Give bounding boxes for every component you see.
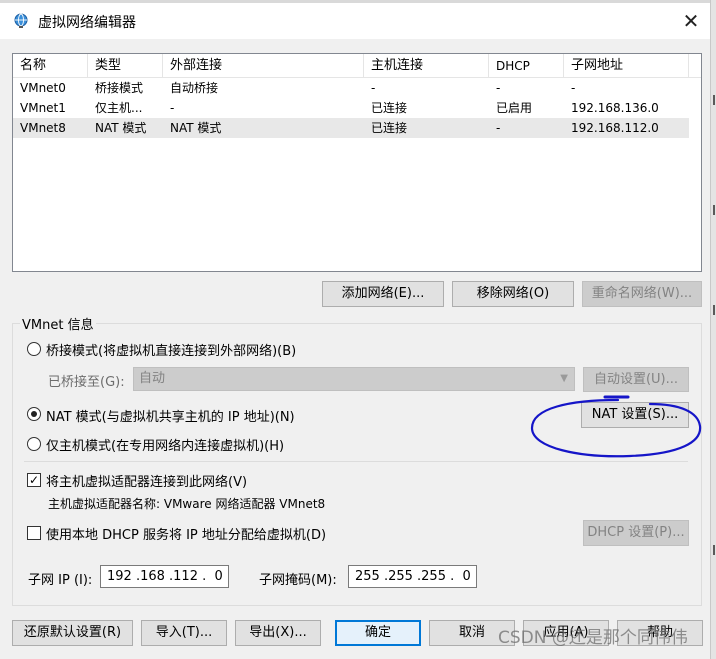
auto-settings-button[interactable]: 自动设置(U)... — [583, 367, 689, 392]
column-header-type[interactable]: 类型 — [88, 54, 163, 78]
close-button[interactable]: ✕ — [676, 7, 706, 35]
cell-name: VMnet1 — [20, 101, 66, 115]
cell-subnet: 192.168.112.0 — [571, 121, 659, 135]
cell-dhcp: 已启用 — [496, 101, 533, 115]
vmnet-info-label: VMnet 信息 — [20, 314, 96, 333]
network-globe-icon — [14, 13, 28, 28]
column-header-host[interactable]: 主机连接 — [364, 54, 489, 78]
cell-host: - — [371, 81, 376, 95]
cell-external: 自动桥接 — [170, 81, 219, 95]
import-button[interactable]: 导入(T)... — [141, 620, 227, 646]
cell-type: 仅主机... — [95, 101, 143, 115]
cell-name: VMnet0 — [20, 81, 66, 95]
table-row[interactable]: VMnet1 仅主机... - 已连接 已启用 192.168.136.0 — [13, 98, 689, 118]
connect-adapter-label[interactable]: 将主机虚拟适配器连接到此网络(V) — [46, 471, 247, 490]
bridged-mode-label[interactable]: 桥接模式(将虚拟机直接连接到外部网络)(B) — [46, 340, 296, 359]
watermark-text: CSDN @还是那个同伟伟 — [498, 628, 688, 648]
checkmark-icon: ✓ — [28, 473, 40, 487]
host-only-label[interactable]: 仅主机模式(在专用网络内连接虚拟机)(H) — [46, 435, 284, 454]
cell-host: 已连接 — [371, 101, 408, 115]
column-header-name[interactable]: 名称 — [13, 54, 88, 78]
add-network-button[interactable]: 添加网络(E)... — [322, 281, 444, 307]
adapter-name-text: 主机虚拟适配器名称: VMware 网络适配器 VMnet8 — [48, 497, 326, 511]
table-header: 名称 类型 外部连接 主机连接 DHCP 子网地址 — [13, 54, 701, 78]
hand-drawn-circle-annotation — [530, 395, 702, 458]
table-row-selected[interactable]: VMnet8 NAT 模式 NAT 模式 已连接 - 192.168.112.0 — [13, 118, 689, 138]
cell-external: NAT 模式 — [170, 121, 222, 135]
column-header-external[interactable]: 外部连接 — [163, 54, 364, 78]
restore-defaults-button[interactable]: 还原默认设置(R) — [12, 620, 133, 646]
ok-button[interactable]: 确定 — [335, 620, 421, 646]
cell-type: 桥接模式 — [95, 81, 144, 95]
bridged-to-value: 自动 — [139, 371, 166, 386]
chevron-down-icon: ▼ — [560, 373, 568, 384]
subnet-ip-input[interactable]: 192 .168 .112 . 0 — [100, 565, 229, 588]
cell-type: NAT 模式 — [95, 121, 147, 135]
table-row[interactable]: VMnet0 桥接模式 自动桥接 - - - — [13, 78, 689, 98]
subnet-ip-label: 子网 IP (I): — [28, 573, 93, 588]
vmnet-info-group — [12, 323, 702, 606]
remove-network-button[interactable]: 移除网络(O) — [452, 281, 574, 307]
export-button[interactable]: 导出(X)... — [235, 620, 321, 646]
subnet-mask-label: 子网掩码(M): — [259, 573, 337, 588]
subnet-mask-input[interactable]: 255 .255 .255 . 0 — [348, 565, 477, 588]
cell-host: 已连接 — [371, 121, 408, 135]
host-only-radio[interactable] — [27, 437, 41, 451]
cell-name: VMnet8 — [20, 121, 66, 135]
dhcp-settings-button[interactable]: DHCP 设置(P)... — [583, 520, 689, 546]
window-title: 虚拟网络编辑器 — [38, 15, 136, 31]
column-header-subnet[interactable]: 子网地址 — [564, 54, 689, 78]
column-header-dhcp[interactable]: DHCP — [489, 54, 564, 78]
bridged-to-label: 已桥接至(G): — [48, 375, 125, 390]
rename-network-button[interactable]: 重命名网络(W)... — [582, 281, 702, 307]
network-table[interactable]: 名称 类型 外部连接 主机连接 DHCP 子网地址 VMnet0 桥接模式 自动… — [12, 53, 702, 272]
nat-mode-radio[interactable] — [27, 407, 41, 421]
title-bar: 虚拟网络编辑器 ✕ — [0, 3, 710, 39]
bridged-mode-radio[interactable] — [27, 342, 41, 356]
bridged-to-select[interactable]: 自动 ▼ — [133, 367, 575, 391]
nat-mode-label[interactable]: NAT 模式(与虚拟机共享主机的 IP 地址)(N) — [46, 406, 295, 425]
cell-dhcp: - — [496, 81, 501, 95]
dhcp-label[interactable]: 使用本地 DHCP 服务将 IP 地址分配给虚拟机(D) — [46, 524, 326, 543]
radio-selected-dot — [31, 411, 37, 417]
connect-adapter-checkbox[interactable]: ✓ — [27, 473, 41, 487]
cell-external: - — [170, 101, 175, 115]
cell-dhcp: - — [496, 121, 501, 135]
dhcp-checkbox[interactable] — [27, 526, 41, 540]
cell-subnet: 192.168.136.0 — [571, 101, 659, 115]
cell-subnet: - — [571, 81, 576, 95]
background-window-edge — [710, 0, 716, 659]
